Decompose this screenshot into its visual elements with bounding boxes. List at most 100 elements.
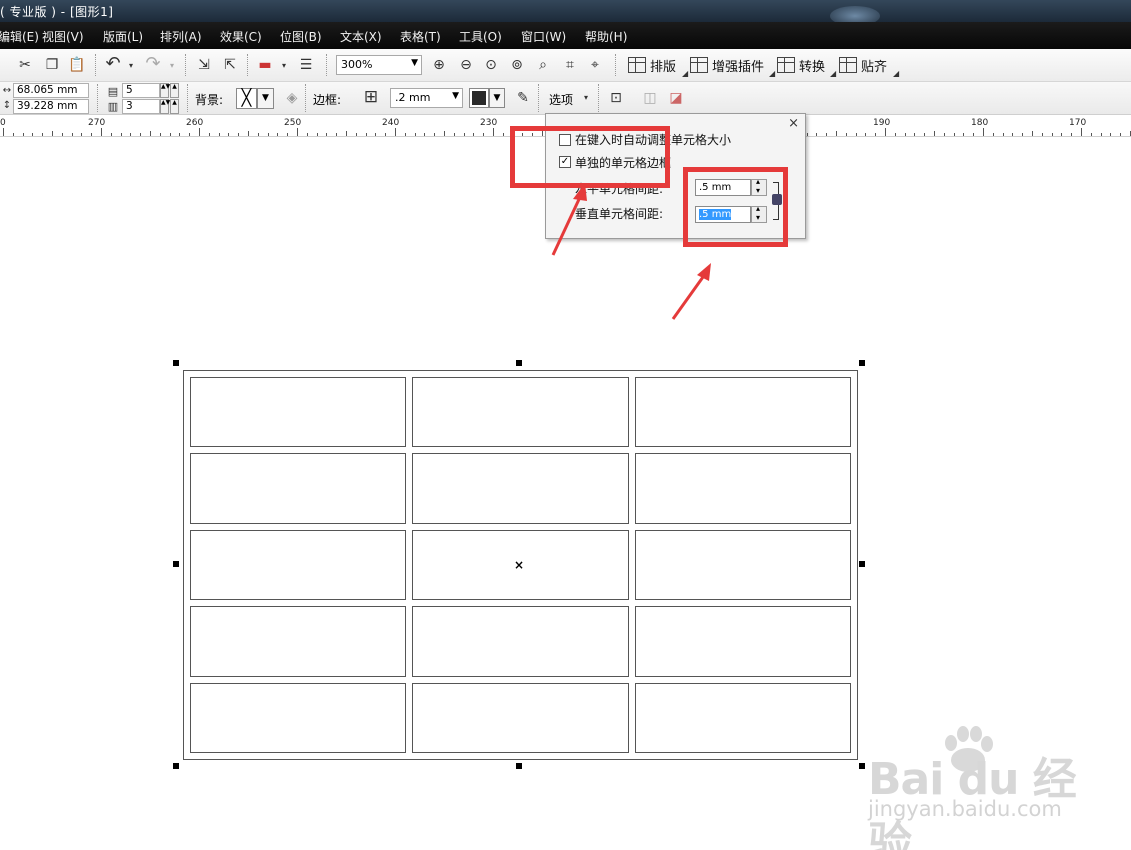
selection-handle-middle-left[interactable] bbox=[173, 561, 179, 567]
table-cell[interactable] bbox=[412, 606, 629, 677]
selection-handle-bottom-right[interactable] bbox=[859, 763, 865, 769]
undo-dropdown-icon[interactable]: ▾ bbox=[129, 61, 133, 70]
import-icon[interactable]: ⇲ bbox=[195, 56, 213, 74]
undo-icon[interactable]: ↶ bbox=[104, 55, 122, 73]
pen-icon[interactable]: ✎ bbox=[514, 89, 532, 107]
close-icon[interactable]: × bbox=[788, 116, 799, 131]
align-dropdown-icon[interactable]: ◢ bbox=[893, 69, 899, 78]
arrange-front-icon[interactable]: ◫ bbox=[641, 89, 659, 107]
table-cell[interactable] bbox=[634, 606, 851, 677]
ruler-tick bbox=[1061, 133, 1063, 136]
menu-text[interactable]: 文本(X) bbox=[340, 28, 382, 45]
table-cell[interactable] bbox=[412, 682, 629, 753]
rows-spinner-up[interactable]: ▲ bbox=[170, 83, 179, 98]
menu-table[interactable]: 表格(T) bbox=[400, 28, 441, 45]
table-cell[interactable] bbox=[190, 453, 407, 524]
zoom-combo[interactable]: 300% ▼ bbox=[336, 55, 422, 75]
convert-dropdown-icon[interactable]: ◢ bbox=[830, 69, 836, 78]
table-cell[interactable] bbox=[634, 682, 851, 753]
ruler-tick bbox=[1002, 133, 1004, 136]
redo-dropdown-icon[interactable]: ▾ bbox=[170, 61, 174, 70]
layout-button[interactable]: 排版 bbox=[628, 54, 676, 76]
plugins-dropdown-icon[interactable]: ◢ bbox=[769, 69, 775, 78]
zoom-out-icon[interactable]: ⊖ bbox=[457, 56, 475, 74]
table-cell[interactable] bbox=[634, 453, 851, 524]
menu-view[interactable]: 视图(V) bbox=[42, 28, 84, 45]
text-wrap-icon[interactable]: ⊡ bbox=[607, 89, 625, 107]
zoom-width-icon[interactable]: ⌗ bbox=[561, 56, 579, 74]
ruler-tick bbox=[963, 133, 965, 136]
columns-spinner-up[interactable]: ▲ bbox=[170, 99, 179, 114]
ruler-tick bbox=[208, 133, 210, 136]
ruler-tick bbox=[1090, 133, 1092, 136]
menu-tools[interactable]: 工具(O) bbox=[459, 28, 502, 45]
border-width-value: .2 mm bbox=[395, 91, 431, 104]
table-icon bbox=[690, 57, 708, 73]
layout-dropdown-icon[interactable]: ◢ bbox=[682, 69, 688, 78]
zoom-level: 300% bbox=[341, 58, 373, 71]
border-color-dropdown[interactable]: ▼ bbox=[489, 88, 505, 108]
menu-help[interactable]: 帮助(H) bbox=[585, 28, 627, 45]
rows-spinner[interactable]: ▲▼ bbox=[160, 83, 170, 98]
table-cell[interactable] bbox=[412, 377, 629, 448]
align-button[interactable]: 贴齐 bbox=[839, 54, 887, 76]
redo-icon[interactable]: ↷ bbox=[144, 55, 162, 73]
menu-effects[interactable]: 效果(C) bbox=[220, 28, 262, 45]
zoom-all-icon[interactable]: ⊚ bbox=[508, 56, 526, 74]
paste-icon[interactable]: 📋 bbox=[68, 56, 86, 74]
object-height-field[interactable]: 39.228 mm bbox=[13, 99, 89, 114]
table-cell[interactable] bbox=[190, 377, 407, 448]
columns-icon: ▥ bbox=[107, 99, 119, 113]
ruler-tick bbox=[855, 133, 857, 136]
ruler-label: 0 bbox=[0, 118, 6, 128]
selection-handle-top-right[interactable] bbox=[859, 360, 865, 366]
border-color-swatch[interactable] bbox=[469, 88, 489, 108]
arrange-back-icon[interactable]: ◪ bbox=[667, 89, 685, 107]
standard-toolbar: ✂ ❐ 📋 ↶ ▾ ↷ ▾ ⇲ ⇱ ▬ ▾ ☰ 300% ▼ ⊕ ⊖ ⊙ ⊚ ⌕… bbox=[0, 49, 1131, 82]
table-cell[interactable] bbox=[634, 529, 851, 601]
rows-field[interactable]: 5 bbox=[122, 83, 160, 98]
copy-icon[interactable]: ❐ bbox=[43, 56, 61, 74]
fill-tool-icon[interactable]: ◈ bbox=[283, 89, 301, 107]
object-width-field[interactable]: 68.065 mm bbox=[13, 83, 89, 98]
selection-handle-top-left[interactable] bbox=[173, 360, 179, 366]
ruler-tick bbox=[434, 133, 436, 136]
selection-handle-top-center[interactable] bbox=[516, 360, 522, 366]
table-cell[interactable] bbox=[190, 529, 407, 601]
selection-handle-bottom-center[interactable] bbox=[516, 763, 522, 769]
background-color-swatch[interactable]: ╳ bbox=[236, 88, 257, 109]
border-grid-icon[interactable]: ⊞ bbox=[362, 88, 380, 106]
cut-icon[interactable]: ✂ bbox=[16, 56, 34, 74]
columns-spinner[interactable]: ▲▼ bbox=[160, 99, 170, 114]
menu-window[interactable]: 窗口(W) bbox=[521, 28, 566, 45]
table-cell[interactable] bbox=[634, 377, 851, 448]
zoom-page-icon[interactable]: ⌕ bbox=[534, 56, 552, 74]
chevron-down-icon: ▼ bbox=[411, 58, 418, 68]
zoom-height-icon[interactable]: ⌖ bbox=[586, 56, 604, 74]
application-launcher-icon[interactable]: ▬ bbox=[256, 56, 274, 74]
plugins-button[interactable]: 增强插件 bbox=[690, 54, 764, 76]
selection-handle-middle-right[interactable] bbox=[859, 561, 865, 567]
menu-edit[interactable]: 编辑(E) bbox=[0, 28, 39, 45]
ruler-label: 240 bbox=[382, 118, 400, 128]
border-width-combo[interactable]: .2 mm ▼ bbox=[390, 88, 463, 108]
options-button[interactable]: 选项 bbox=[549, 91, 573, 108]
table-cell[interactable] bbox=[190, 606, 407, 677]
ruler-tick bbox=[81, 133, 83, 136]
options-list-icon[interactable]: ☰ bbox=[297, 56, 315, 74]
background-label: 背景: bbox=[195, 93, 224, 107]
zoom-selected-icon[interactable]: ⊙ bbox=[482, 56, 500, 74]
zoom-in-icon[interactable]: ⊕ bbox=[430, 56, 448, 74]
export-icon[interactable]: ⇱ bbox=[221, 56, 239, 74]
columns-field[interactable]: 3 bbox=[122, 99, 160, 114]
background-dropdown[interactable]: ▼ bbox=[257, 88, 274, 109]
menu-bitmaps[interactable]: 位图(B) bbox=[280, 28, 322, 45]
selection-handle-bottom-left[interactable] bbox=[173, 763, 179, 769]
convert-button[interactable]: 转换 bbox=[777, 54, 825, 76]
launcher-dropdown-icon[interactable]: ▾ bbox=[282, 61, 286, 70]
menu-arrange[interactable]: 排列(A) bbox=[160, 28, 202, 45]
table-cell[interactable] bbox=[412, 453, 629, 524]
table-cell[interactable] bbox=[190, 682, 407, 753]
menu-layout[interactable]: 版面(L) bbox=[103, 28, 143, 45]
ruler-tick bbox=[934, 131, 935, 136]
